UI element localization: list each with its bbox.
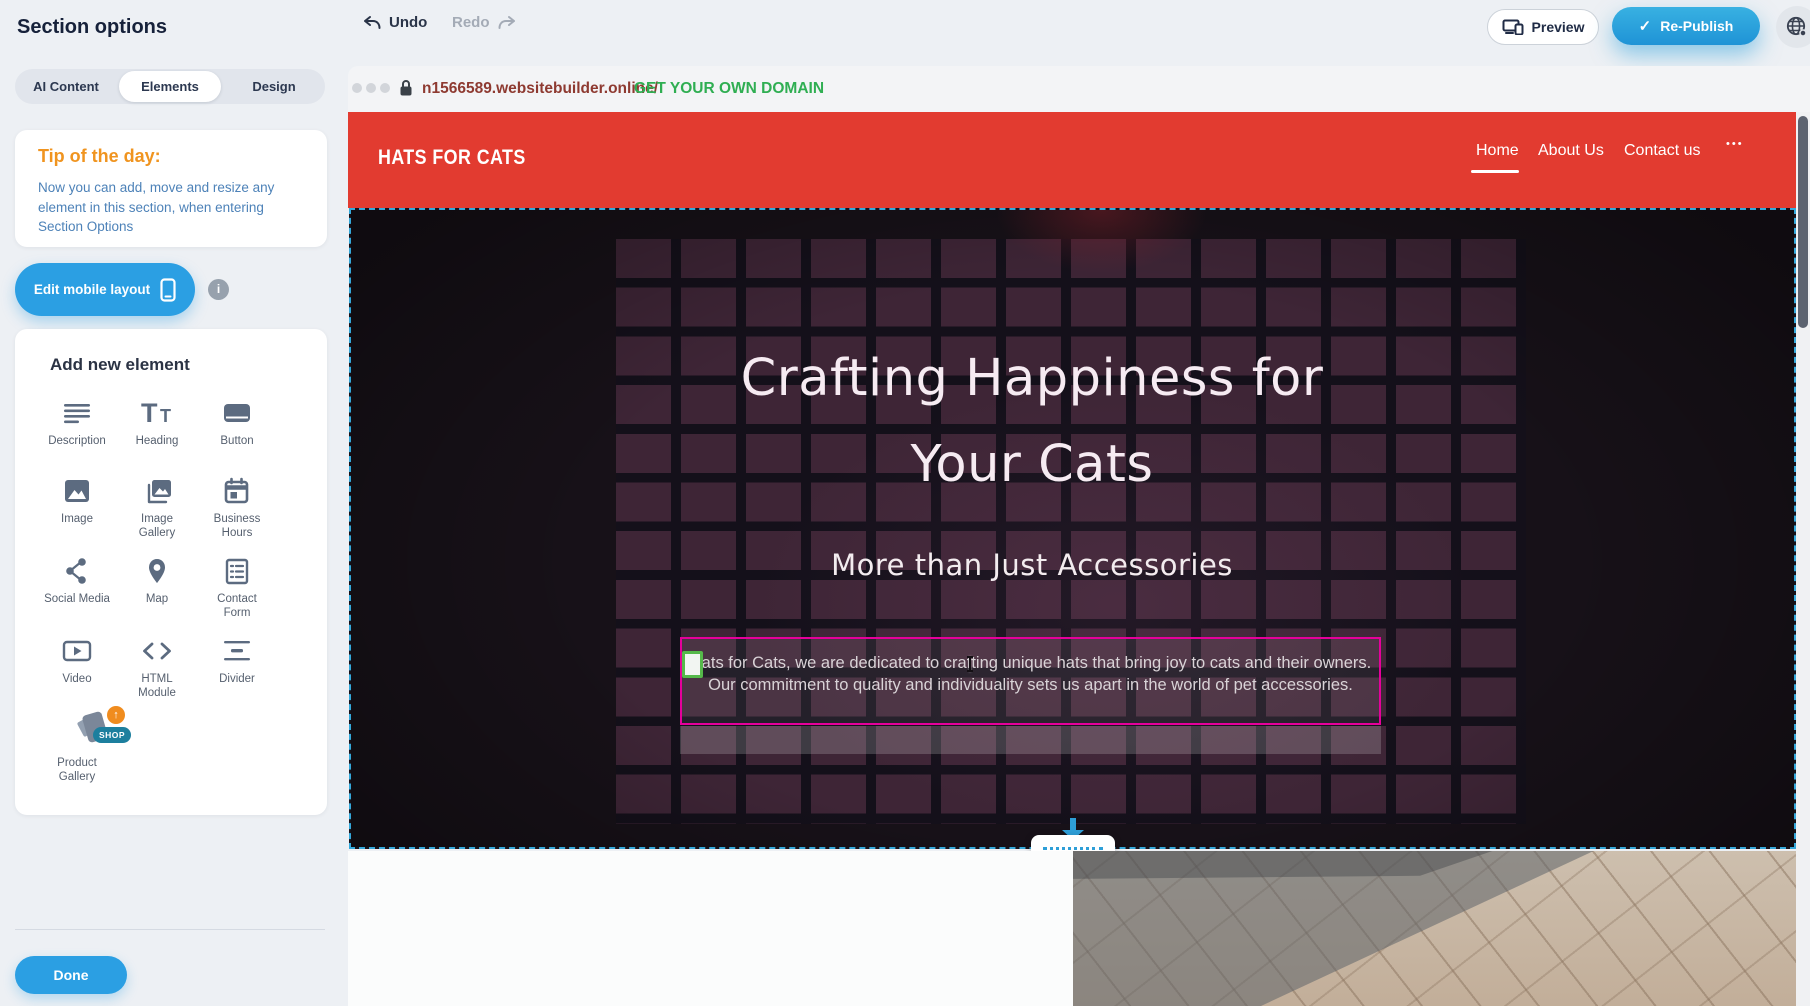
site-header bbox=[348, 112, 1796, 208]
element-heading[interactable]: TT Heading bbox=[117, 398, 197, 449]
contact-form-icon bbox=[197, 556, 277, 588]
video-icon bbox=[37, 636, 117, 668]
element-product-gallery[interactable]: ↑ SHOP Product Gallery bbox=[37, 706, 117, 784]
element-label: Map bbox=[117, 593, 197, 607]
tab-elements[interactable]: Elements bbox=[119, 71, 221, 102]
element-label: Business Hours bbox=[197, 513, 277, 540]
panel-title: Section options bbox=[17, 16, 167, 39]
paragraph-line-2: Our commitment to quality and individual… bbox=[682, 675, 1379, 697]
redo-button[interactable]: Redo bbox=[452, 14, 517, 31]
preview-label: Preview bbox=[1532, 19, 1585, 35]
panel-tabs: AI Content Elements Design bbox=[15, 69, 325, 104]
resize-arrow-down bbox=[1070, 818, 1076, 830]
element-label: Description bbox=[37, 435, 117, 449]
element-map[interactable]: Map bbox=[117, 556, 197, 607]
business-hours-icon bbox=[197, 476, 277, 508]
image-icon bbox=[37, 476, 117, 508]
tip-body: Now you can add, move and resize any ele… bbox=[38, 178, 300, 237]
nav-contact[interactable]: Contact us bbox=[1624, 142, 1700, 160]
language-globe-button[interactable] bbox=[1776, 6, 1810, 48]
site-logo[interactable]: HATS FOR CATS bbox=[378, 146, 526, 170]
nav-about[interactable]: About Us bbox=[1538, 142, 1604, 160]
element-label: Button bbox=[197, 435, 277, 449]
republish-button[interactable]: ✓ Re-Publish bbox=[1612, 7, 1760, 45]
nav-more-button[interactable]: ••• bbox=[1726, 138, 1744, 150]
selected-paragraph-element[interactable]: Hats for Cats, we are dedicated to craft… bbox=[680, 637, 1381, 725]
element-label: Image bbox=[37, 513, 117, 527]
element-image[interactable]: Image bbox=[37, 476, 117, 527]
tip-title: Tip of the day: bbox=[38, 146, 161, 167]
element-label: Heading bbox=[117, 435, 197, 449]
element-video[interactable]: Video bbox=[37, 636, 117, 687]
browser-dot bbox=[380, 83, 390, 93]
lock-icon bbox=[398, 79, 414, 102]
globe-icon bbox=[1785, 15, 1809, 39]
text-cursor bbox=[969, 656, 971, 672]
svg-text:T: T bbox=[141, 398, 158, 428]
redo-label: Redo bbox=[452, 14, 490, 31]
divider-icon bbox=[197, 636, 277, 668]
info-icon[interactable]: i bbox=[208, 279, 229, 300]
description-icon bbox=[37, 398, 117, 430]
edit-mobile-layout-button[interactable]: Edit mobile layout bbox=[15, 263, 195, 316]
devices-icon bbox=[1502, 19, 1524, 35]
hero-section[interactable]: Crafting Happiness for Your Cats More th… bbox=[349, 208, 1796, 849]
get-domain-link[interactable]: GET YOUR OWN DOMAIN bbox=[634, 80, 824, 98]
social-media-icon bbox=[37, 556, 117, 588]
address-bar-url[interactable]: n1566589.websitebuilder.online/ bbox=[422, 80, 658, 98]
undo-button[interactable]: Undo bbox=[362, 14, 427, 31]
element-description[interactable]: Description bbox=[37, 398, 117, 449]
done-label: Done bbox=[54, 967, 89, 983]
preview-button[interactable]: Preview bbox=[1487, 9, 1599, 45]
element-label: Contact Form bbox=[197, 593, 277, 620]
element-label: Image Gallery bbox=[117, 513, 197, 540]
element-label: Video bbox=[37, 673, 117, 687]
selection-drag-handle[interactable] bbox=[682, 651, 703, 678]
done-button[interactable]: Done bbox=[15, 956, 127, 994]
upload-arrow-icon: ↑ bbox=[107, 706, 125, 724]
tab-ai-content[interactable]: AI Content bbox=[15, 69, 117, 104]
element-label: HTML Module bbox=[117, 673, 197, 700]
svg-text:T: T bbox=[160, 406, 171, 426]
add-element-title: Add new element bbox=[50, 355, 190, 375]
tab-design[interactable]: Design bbox=[223, 69, 325, 104]
redo-icon bbox=[497, 15, 517, 30]
app-window: Undo Redo Preview ✓ Re-Publish Section o… bbox=[0, 0, 1810, 1006]
map-pin-icon bbox=[117, 556, 197, 588]
resize-dotted-line bbox=[1043, 847, 1103, 850]
element-contact-form[interactable]: Contact Form bbox=[197, 556, 277, 620]
heading-icon: TT bbox=[117, 398, 197, 430]
hero-subheading[interactable]: More than Just Accessories bbox=[702, 548, 1362, 582]
shop-badge: SHOP bbox=[93, 727, 131, 743]
element-label: Divider bbox=[197, 673, 277, 687]
undo-label: Undo bbox=[389, 14, 427, 31]
hero-heading[interactable]: Crafting Happiness for Your Cats bbox=[702, 336, 1362, 508]
element-social-media[interactable]: Social Media bbox=[37, 556, 117, 607]
nav-active-underline bbox=[1471, 170, 1519, 173]
nav-home[interactable]: Home bbox=[1476, 142, 1519, 160]
product-gallery-icon: ↑ SHOP bbox=[37, 706, 117, 752]
element-html-module[interactable]: HTML Module bbox=[117, 636, 197, 700]
button-icon bbox=[197, 398, 277, 430]
scrollbar-thumb[interactable] bbox=[1798, 116, 1808, 328]
check-icon: ✓ bbox=[1639, 17, 1652, 35]
element-divider[interactable]: Divider bbox=[197, 636, 277, 687]
element-button[interactable]: Button bbox=[197, 398, 277, 449]
next-section-photo[interactable] bbox=[1073, 851, 1796, 1006]
code-icon bbox=[117, 636, 197, 668]
sidebar-divider bbox=[15, 929, 325, 930]
edit-mobile-layout-label: Edit mobile layout bbox=[34, 282, 150, 297]
element-label: Social Media bbox=[37, 593, 117, 607]
paragraph-line-1: Hats for Cats, we are dedicated to craft… bbox=[682, 653, 1379, 675]
browser-dot bbox=[366, 83, 376, 93]
element-business-hours[interactable]: Business Hours bbox=[197, 476, 277, 540]
republish-label: Re-Publish bbox=[1660, 18, 1733, 34]
browser-dot bbox=[352, 83, 362, 93]
element-image-gallery[interactable]: Image Gallery bbox=[117, 476, 197, 540]
undo-icon bbox=[362, 15, 382, 30]
hover-highlight-strip bbox=[680, 726, 1381, 754]
image-gallery-icon bbox=[117, 476, 197, 508]
phone-icon bbox=[160, 278, 176, 302]
element-label: Product Gallery bbox=[37, 757, 117, 784]
